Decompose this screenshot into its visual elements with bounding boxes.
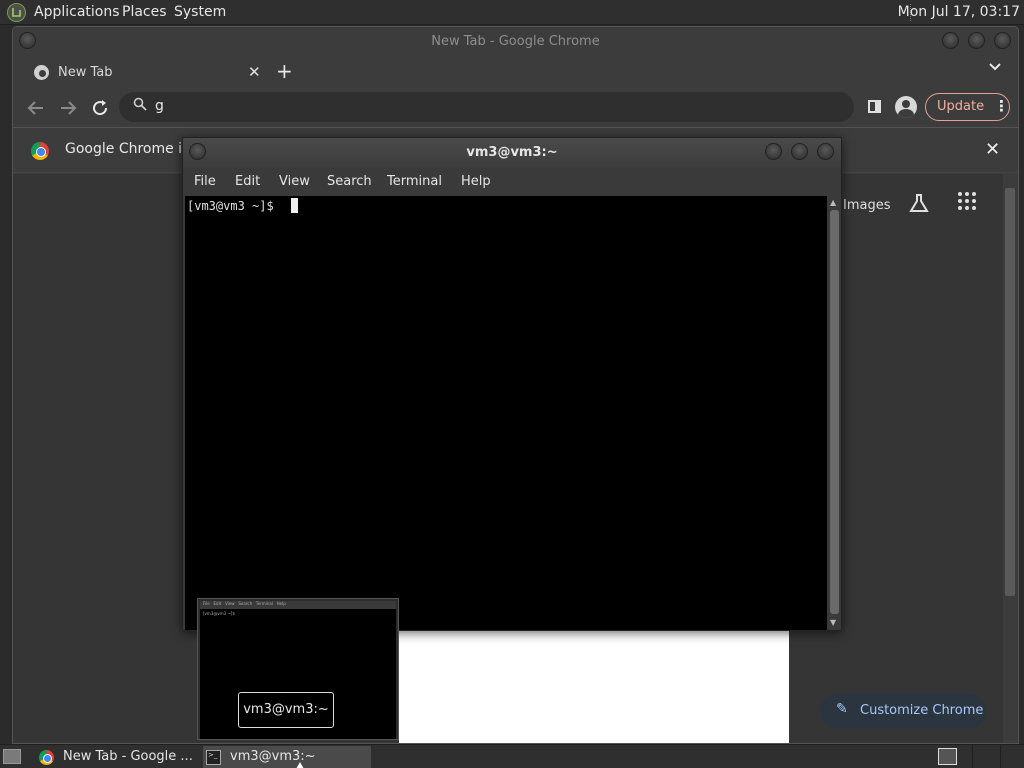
customize-chrome-label: Customize Chrome xyxy=(860,703,984,718)
forward-icon[interactable] xyxy=(59,100,77,116)
images-link[interactable]: Images xyxy=(843,198,891,213)
tab-label: New Tab xyxy=(58,65,113,80)
scroll-down-arrow-icon[interactable]: ▼ xyxy=(830,618,836,627)
terminal-menubar: File Edit View Search Terminal Help xyxy=(183,168,841,196)
mint-menu-icon[interactable] xyxy=(7,3,26,22)
update-button[interactable]: Update ⋮ xyxy=(925,93,1010,121)
menu-terminal[interactable]: Terminal xyxy=(387,174,442,189)
tab-close-icon[interactable]: ✕ xyxy=(248,63,261,81)
preview-caption: vm3@vm3:~ xyxy=(238,692,334,728)
chrome-logo-icon xyxy=(31,142,49,160)
terminal-scrollbar-thumb[interactable] xyxy=(830,210,839,614)
address-input[interactable]: g xyxy=(155,98,164,114)
terminal-window: vm3@vm3:~ File Edit View Search Terminal… xyxy=(182,137,842,631)
terminal-icon xyxy=(206,750,221,765)
top-panel: Applications Places System Mon Jul 17, 0… xyxy=(0,0,1024,25)
show-desktop-icon[interactable] xyxy=(3,749,21,764)
minimize-button[interactable] xyxy=(942,32,959,49)
address-bar[interactable]: g xyxy=(119,92,854,122)
reload-icon[interactable] xyxy=(91,99,109,117)
new-tab-button[interactable]: + xyxy=(276,59,293,83)
preview-caption-label: vm3@vm3:~ xyxy=(243,702,329,717)
close-button[interactable] xyxy=(994,32,1011,49)
taskbar-item-terminal[interactable]: vm3@vm3:~ xyxy=(203,746,371,768)
menu-edit[interactable]: Edit xyxy=(235,174,260,189)
terminal-screen[interactable]: [vm3@vm3 ~]$ xyxy=(185,196,827,630)
places-menu[interactable]: Places xyxy=(122,4,167,20)
terminal-window-title: vm3@vm3:~ xyxy=(466,145,558,160)
chrome-window-title: New Tab - Google Chrome xyxy=(431,34,600,49)
preview-menubar: File Edit View Search Terminal Help xyxy=(200,601,396,609)
taskbar-item-label: New Tab - Google ... xyxy=(63,749,193,764)
bottom-panel: New Tab - Google ... vm3@vm3:~ xyxy=(0,744,1024,768)
menu-help[interactable]: Help xyxy=(461,174,491,189)
applications-menu[interactable]: Applications xyxy=(34,4,120,20)
chrome-toolbar: g Update ⋮ xyxy=(13,89,1018,127)
chrome-icon xyxy=(39,750,54,765)
search-icon xyxy=(133,97,147,111)
page-content-area xyxy=(399,621,789,743)
labs-flask-icon[interactable] xyxy=(908,192,930,214)
infobar-close-icon[interactable]: ✕ xyxy=(985,139,1000,160)
pencil-icon: ✎ xyxy=(836,701,848,717)
tab-strip: New Tab ✕ xyxy=(13,57,1018,89)
google-apps-icon[interactable] xyxy=(958,192,976,210)
terminal-minimize-button[interactable] xyxy=(765,143,782,160)
clock[interactable]: Mon Jul 17, 03:17 xyxy=(898,4,1020,20)
terminal-titlebar[interactable]: vm3@vm3:~ xyxy=(183,138,841,168)
chrome-tab-icon xyxy=(34,65,49,80)
page-scrollbar[interactable] xyxy=(1003,174,1018,743)
menu-file[interactable]: File xyxy=(194,174,216,189)
back-icon[interactable] xyxy=(27,100,45,116)
tab-search-button[interactable] xyxy=(988,61,1002,76)
workspace-switcher[interactable] xyxy=(938,748,957,765)
scrollbar-thumb[interactable] xyxy=(1005,188,1015,596)
scroll-up-arrow-icon[interactable]: ▲ xyxy=(830,198,836,207)
menu-search[interactable]: Search xyxy=(327,174,372,189)
terminal-scrollbar[interactable]: ▲ ▼ xyxy=(828,196,841,630)
menu-view[interactable]: View xyxy=(279,174,310,189)
terminal-maximize-button[interactable] xyxy=(791,143,808,160)
window-preview-popup[interactable]: File Edit View Search Terminal Help [vm3… xyxy=(197,598,399,740)
preview-prompt: [vm3@vm3 ~]$ xyxy=(203,611,235,616)
tab-new-tab[interactable]: New Tab ✕ xyxy=(23,57,266,89)
maximize-button[interactable] xyxy=(968,32,985,49)
system-menu[interactable]: System xyxy=(174,4,226,20)
update-label: Update xyxy=(937,99,985,114)
chevron-down-icon xyxy=(989,63,1001,71)
profile-avatar-icon[interactable] xyxy=(895,96,917,118)
panel-separator xyxy=(972,745,973,768)
mouse-pointer-icon xyxy=(296,762,304,768)
customize-chrome-button[interactable]: ✎ Customize Chrome xyxy=(820,694,986,728)
text-cursor xyxy=(291,198,298,213)
taskbar-item-chrome[interactable]: New Tab - Google ... xyxy=(36,746,196,768)
terminal-close-button[interactable] xyxy=(817,143,834,160)
infobar-message: Google Chrome isn xyxy=(65,141,199,157)
shell-prompt: [vm3@vm3 ~]$ xyxy=(187,199,281,213)
more-menu-icon[interactable]: ⋮ xyxy=(994,97,1009,115)
chrome-titlebar[interactable]: New Tab - Google Chrome xyxy=(13,27,1018,57)
side-panel-icon[interactable] xyxy=(868,100,881,113)
panel-separator xyxy=(1000,745,1001,768)
